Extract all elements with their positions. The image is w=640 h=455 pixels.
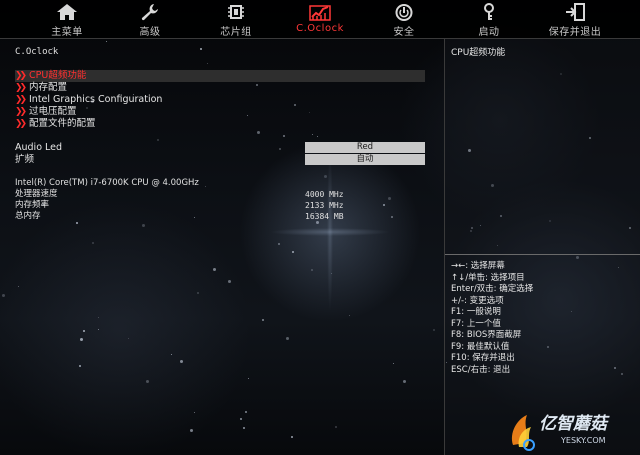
chevron-right-icon: ❯❯ xyxy=(15,71,27,81)
tab-label: 安全 xyxy=(393,27,415,38)
tab-advanced[interactable]: 高级 xyxy=(112,0,188,38)
menu-item-label: Intel Graphics Configuration xyxy=(29,94,163,105)
key-hint: →←: 选择屏幕 xyxy=(451,261,505,271)
key-hint: F9: 最佳默认值 xyxy=(451,341,510,352)
tab-coclock[interactable]: C.Oclock xyxy=(282,0,358,38)
audio-led-select[interactable]: Red xyxy=(305,142,425,153)
key-hint: ESC/右击: 退出 xyxy=(451,364,511,375)
info-label: 内存频率 xyxy=(15,200,50,210)
setting-label: Audio Led xyxy=(15,142,63,153)
menu-item-label: 过电压配置 xyxy=(29,106,77,117)
chevron-right-icon: ❯❯ xyxy=(15,95,27,105)
memory-frequency-value: 2133 MHz xyxy=(305,201,344,210)
key-icon xyxy=(484,3,494,20)
key-hint: F7: 上一个值 xyxy=(451,318,501,329)
menu-item-profiles[interactable]: ❯❯ 配置文件的配置 xyxy=(15,118,425,130)
tab-label: 高级 xyxy=(139,27,161,38)
svg-text:YESKY.COM: YESKY.COM xyxy=(560,436,606,445)
menu-item-graphics[interactable]: ❯❯ Intel Graphics Configuration xyxy=(15,94,425,106)
menu-item-label: CPU超频功能 xyxy=(29,70,87,81)
exit-icon xyxy=(566,3,585,21)
help-title: CPU超频功能 xyxy=(451,48,506,58)
help-panel: CPU超频功能 →←: 选择屏幕 ↑↓/单击: 选择项目 Enter/双击: 确… xyxy=(444,39,640,455)
home-icon xyxy=(57,4,77,20)
svg-text:亿智蘑菇: 亿智蘑菇 xyxy=(539,414,610,434)
tab-save-exit[interactable]: 保存并退出 xyxy=(537,0,613,38)
key-hint: F8: BIOS界面截屏 xyxy=(451,330,522,340)
cpu-speed-value: 4000 MHz xyxy=(305,190,344,199)
yesky-watermark-logo: 亿智蘑菇 YESKY.COM xyxy=(511,414,610,451)
chevron-right-icon: ❯❯ xyxy=(15,107,27,117)
tab-chipset[interactable]: 芯片组 xyxy=(198,0,274,38)
chevron-right-icon: ❯❯ xyxy=(15,83,27,93)
key-hint: F1: 一般说明 xyxy=(451,307,501,317)
info-label: 处理器速度 xyxy=(15,189,58,199)
menu-item-label: 配置文件的配置 xyxy=(29,118,96,129)
tab-security[interactable]: 安全 xyxy=(366,0,442,38)
menu-item-memory[interactable]: ❯❯ 内存配置 xyxy=(15,82,425,94)
info-label: 总内存 xyxy=(15,211,41,221)
spread-spectrum-select[interactable]: 自动 xyxy=(305,154,425,165)
cpu-name: Intel(R) Core(TM) i7-6700K CPU @ 4.00GHz xyxy=(15,178,199,188)
key-hint: ↑↓/单击: 选择项目 xyxy=(451,272,525,283)
tab-label: 芯片组 xyxy=(220,27,252,38)
key-hint: +/-: 变更选项 xyxy=(451,295,504,306)
chip-icon xyxy=(228,5,244,19)
settings-panel: C.Oclock ❯❯ CPU超频功能 ❯❯ 内存配置 ❯❯ Intel Graphi… xyxy=(0,39,444,455)
setting-spread-spectrum: 扩频 自动 xyxy=(15,154,425,166)
menu-item-overvoltage[interactable]: ❯❯ 过电压配置 xyxy=(15,106,425,118)
tab-boot[interactable]: 启动 xyxy=(451,0,527,38)
menu-item-label: 内存配置 xyxy=(29,82,68,93)
tab-label: 启动 xyxy=(478,27,500,38)
chevron-right-icon: ❯❯ xyxy=(15,119,27,129)
oc-meter-icon xyxy=(309,5,331,21)
setting-audio-led: Audio Led Red xyxy=(15,142,425,154)
tab-label: 主菜单 xyxy=(51,27,83,38)
tab-main[interactable]: 主菜单 xyxy=(29,0,105,38)
key-hint: F10: 保存并退出 xyxy=(451,353,515,363)
top-navigation: 主菜单 高级 芯片组 C.Oclock 安全 启动 保存并退出 xyxy=(0,0,640,38)
menu-item-cpu-oc[interactable]: ❯❯ CPU超频功能 xyxy=(15,70,425,82)
tab-label: C.Oclock xyxy=(296,23,344,34)
tab-label: 保存并退出 xyxy=(548,27,602,38)
help-divider xyxy=(445,254,640,255)
total-memory-value: 16384 MB xyxy=(305,212,344,221)
page-title: C.Oclock xyxy=(15,47,59,57)
key-hint: Enter/双击: 确定选择 xyxy=(451,284,534,294)
setting-label: 扩频 xyxy=(15,154,35,165)
power-shield-icon xyxy=(395,4,413,21)
wrench-icon xyxy=(141,4,158,21)
